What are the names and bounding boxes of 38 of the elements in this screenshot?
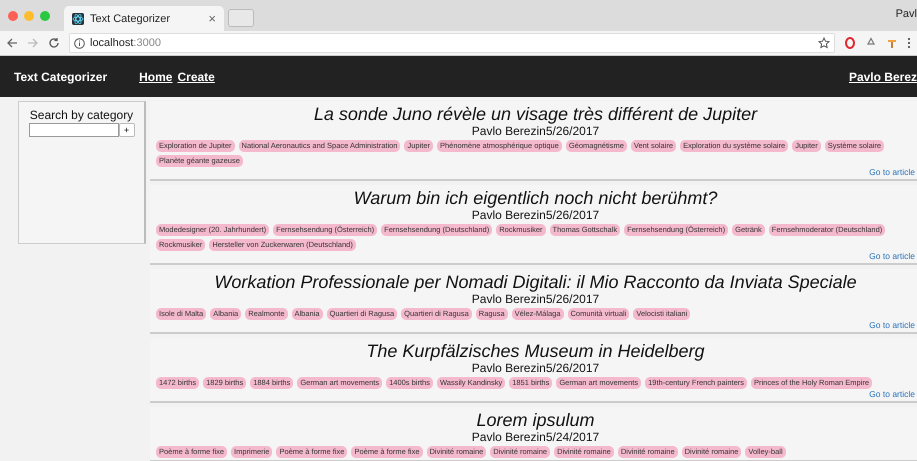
add-button[interactable]: + (118, 123, 134, 137)
star-icon[interactable] (818, 37, 830, 49)
close-window-icon[interactable] (8, 10, 18, 20)
article-title: Warum bin ich eigentlich noch nicht berühmt? (352, 188, 718, 208)
article-title: La sonde Juno révèle un visage très différent de Jupiter (312, 104, 759, 124)
nav-link[interactable]: Home (139, 70, 172, 84)
article-title: The Kurpfälzisches Museum in Heidelberg (365, 341, 706, 361)
article-link[interactable]: Go to article (869, 389, 915, 399)
user-link[interactable]: Pavlo Berez (848, 70, 917, 84)
maximize-window-icon[interactable] (40, 10, 50, 20)
article-link[interactable]: Go to article (869, 251, 915, 261)
tab-title: Text Categorizer (90, 12, 172, 24)
article-link[interactable]: Go to article (869, 320, 915, 330)
article-byline: Pavlo Berezin5/26/2017 (470, 208, 600, 222)
ring-icon[interactable] (844, 37, 856, 49)
address-bar[interactable]: localhost:3000 (69, 33, 835, 53)
new-tab-button[interactable] (228, 9, 254, 27)
article-byline: Pavlo Berezin5/26/2017 (470, 124, 600, 138)
article-byline: Pavlo Berezin5/26/2017 (470, 361, 600, 375)
hammer-icon[interactable] (886, 37, 898, 49)
article-title: Lorem ipsulum (475, 410, 596, 430)
info-icon (74, 38, 85, 48)
browser-tab[interactable]: Text Categorizer × (64, 6, 224, 31)
nav-link[interactable]: Create (177, 70, 215, 84)
article-byline: Pavlo Berezin5/26/2017 (470, 292, 600, 306)
close-tab-button[interactable]: × (208, 11, 216, 26)
back-icon[interactable] (6, 37, 18, 49)
article-title: Workation Professionale per Nomadi Digitali: il Mio Racconto da Inviata Speciale (213, 272, 858, 292)
app-title: Text Categorizer (14, 70, 108, 84)
atom-icon (72, 12, 84, 24)
forward-icon[interactable] (27, 37, 39, 49)
article-byline: Pavlo Berezin5/24/2017 (470, 430, 600, 444)
profile-name[interactable]: Pavl (896, 8, 917, 20)
menu-icon[interactable] (907, 37, 911, 49)
article-link[interactable]: Go to article (869, 167, 915, 177)
sidebar-title: Search by category (30, 108, 134, 122)
reload-icon[interactable] (48, 37, 60, 49)
category-input[interactable] (28, 123, 118, 137)
